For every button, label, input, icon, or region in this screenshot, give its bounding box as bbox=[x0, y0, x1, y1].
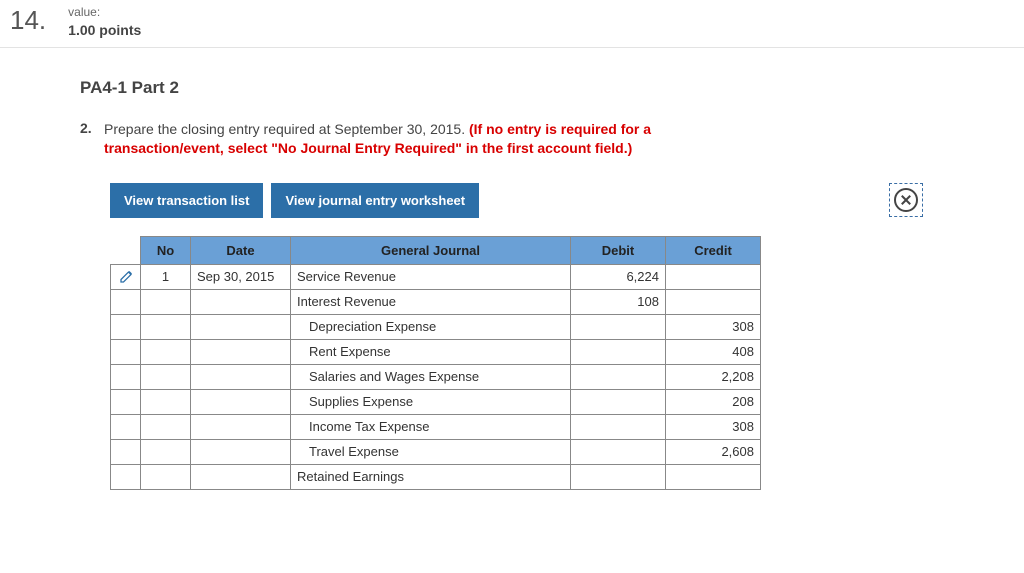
no-cell bbox=[141, 464, 191, 489]
col-credit: Credit bbox=[666, 236, 761, 264]
instruction-text: Prepare the closing entry required at Se… bbox=[104, 120, 744, 158]
table-row: Retained Earnings bbox=[111, 464, 761, 489]
button-row: View transaction list View journal entry… bbox=[110, 183, 923, 218]
journal-table: No Date General Journal Debit Credit 1Se… bbox=[110, 236, 761, 490]
edit-cell bbox=[111, 364, 141, 389]
instruction-number: 2. bbox=[80, 120, 104, 158]
table-row: 1Sep 30, 2015Service Revenue6,224 bbox=[111, 264, 761, 289]
question-header: 14. value: 1.00 points bbox=[0, 0, 1024, 48]
instruction-block: 2. Prepare the closing entry required at… bbox=[80, 120, 880, 158]
credit-cell[interactable]: 2,608 bbox=[666, 439, 761, 464]
date-cell bbox=[191, 439, 291, 464]
no-cell bbox=[141, 364, 191, 389]
question-number: 14. bbox=[10, 5, 46, 33]
table-row: Rent Expense 408 bbox=[111, 339, 761, 364]
no-cell bbox=[141, 414, 191, 439]
account-cell[interactable]: Depreciation Expense bbox=[291, 314, 571, 339]
points-value: 1.00 points bbox=[68, 21, 141, 39]
edit-cell bbox=[111, 414, 141, 439]
date-cell: Sep 30, 2015 bbox=[191, 264, 291, 289]
col-date: Date bbox=[191, 236, 291, 264]
debit-cell[interactable] bbox=[571, 339, 666, 364]
account-cell[interactable]: Service Revenue bbox=[291, 264, 571, 289]
credit-cell[interactable]: 308 bbox=[666, 314, 761, 339]
table-row: Interest Revenue108 bbox=[111, 289, 761, 314]
account-cell[interactable]: Salaries and Wages Expense bbox=[291, 364, 571, 389]
debit-cell[interactable] bbox=[571, 364, 666, 389]
account-cell[interactable]: Rent Expense bbox=[291, 339, 571, 364]
table-row: Income Tax Expense 308 bbox=[111, 414, 761, 439]
credit-cell[interactable] bbox=[666, 264, 761, 289]
no-cell bbox=[141, 389, 191, 414]
value-block: value: 1.00 points bbox=[68, 5, 141, 39]
edit-cell bbox=[111, 389, 141, 414]
debit-cell[interactable] bbox=[571, 314, 666, 339]
no-cell bbox=[141, 314, 191, 339]
table-row: Supplies Expense 208 bbox=[111, 389, 761, 414]
col-general-journal: General Journal bbox=[291, 236, 571, 264]
table-row: Salaries and Wages Expense 2,208 bbox=[111, 364, 761, 389]
credit-cell[interactable]: 2,208 bbox=[666, 364, 761, 389]
value-label: value: bbox=[68, 5, 141, 21]
edit-cell bbox=[111, 289, 141, 314]
date-cell bbox=[191, 464, 291, 489]
no-cell bbox=[141, 289, 191, 314]
debit-cell[interactable]: 6,224 bbox=[571, 264, 666, 289]
account-cell[interactable]: Supplies Expense bbox=[291, 389, 571, 414]
journal-table-wrap: No Date General Journal Debit Credit 1Se… bbox=[110, 236, 880, 490]
date-cell bbox=[191, 339, 291, 364]
table-header-row: No Date General Journal Debit Credit bbox=[111, 236, 761, 264]
col-no: No bbox=[141, 236, 191, 264]
account-cell[interactable]: Retained Earnings bbox=[291, 464, 571, 489]
table-row: Depreciation Expense 308 bbox=[111, 314, 761, 339]
pencil-icon[interactable] bbox=[119, 268, 133, 282]
edit-cell bbox=[111, 439, 141, 464]
no-cell bbox=[141, 339, 191, 364]
view-transaction-list-button[interactable]: View transaction list bbox=[110, 183, 263, 218]
edit-cell bbox=[111, 314, 141, 339]
debit-cell[interactable]: 108 bbox=[571, 289, 666, 314]
debit-cell[interactable] bbox=[571, 439, 666, 464]
credit-cell[interactable] bbox=[666, 464, 761, 489]
no-cell: 1 bbox=[141, 264, 191, 289]
date-cell bbox=[191, 364, 291, 389]
debit-cell[interactable] bbox=[571, 389, 666, 414]
date-cell bbox=[191, 314, 291, 339]
account-cell[interactable]: Travel Expense bbox=[291, 439, 571, 464]
close-icon[interactable] bbox=[889, 183, 923, 217]
col-debit: Debit bbox=[571, 236, 666, 264]
part-title: PA4-1 Part 2 bbox=[80, 78, 880, 98]
instruction-text-black: Prepare the closing entry required at Se… bbox=[104, 121, 469, 137]
edit-cell[interactable] bbox=[111, 264, 141, 289]
credit-cell[interactable] bbox=[666, 289, 761, 314]
credit-cell[interactable]: 308 bbox=[666, 414, 761, 439]
account-cell[interactable]: Interest Revenue bbox=[291, 289, 571, 314]
debit-cell[interactable] bbox=[571, 464, 666, 489]
debit-cell[interactable] bbox=[571, 414, 666, 439]
date-cell bbox=[191, 389, 291, 414]
table-row: Travel Expense 2,608 bbox=[111, 439, 761, 464]
date-cell bbox=[191, 414, 291, 439]
edit-cell bbox=[111, 464, 141, 489]
account-cell[interactable]: Income Tax Expense bbox=[291, 414, 571, 439]
date-cell bbox=[191, 289, 291, 314]
no-cell bbox=[141, 439, 191, 464]
view-journal-entry-worksheet-button[interactable]: View journal entry worksheet bbox=[271, 183, 479, 218]
edit-cell bbox=[111, 339, 141, 364]
credit-cell[interactable]: 408 bbox=[666, 339, 761, 364]
credit-cell[interactable]: 208 bbox=[666, 389, 761, 414]
